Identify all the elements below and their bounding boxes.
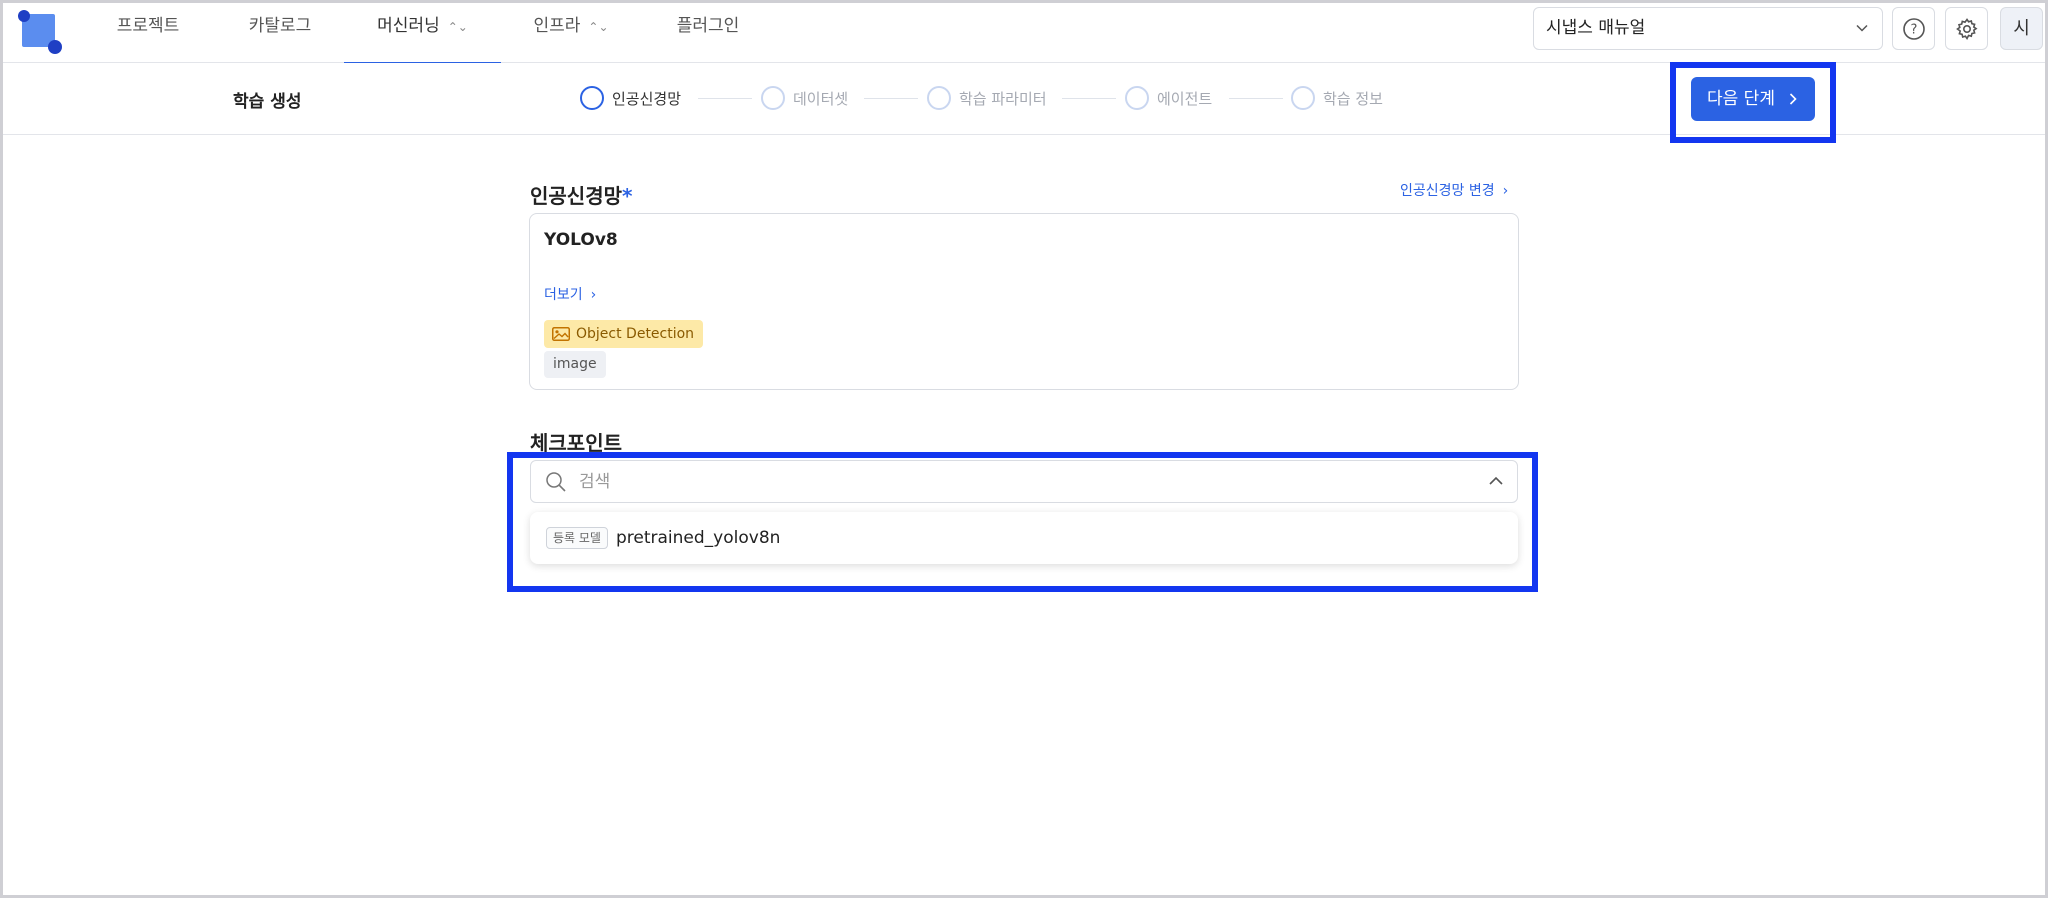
search-icon [546,472,566,492]
chevron-right-icon: › [590,287,597,303]
step-indicator [580,86,604,110]
network-section-label: 인공신경망* [530,180,632,209]
step-indicator [1291,86,1315,110]
step-network[interactable]: 인공신경망 [580,85,681,111]
help-button[interactable]: ? [1892,7,1935,50]
page-title: 학습 생성 [233,92,302,112]
required-mark: * [622,184,633,208]
chevron-up-icon[interactable] [1489,476,1503,486]
next-step-label: 다음 단계 [1707,89,1775,109]
next-step-button[interactable]: 다음 단계 [1691,77,1815,121]
chevron-right-icon [1789,93,1797,105]
nav-label: 인프라 [533,16,581,36]
more-link[interactable]: 더보기 › [544,284,596,304]
change-network-link[interactable]: 인공신경망 변경 › [1400,180,1508,200]
stepper-bar: 학습 생성 인공신경망 데이터셋 학습 파라미터 에이전트 학습 정보 다음 단… [0,63,2048,135]
step-indicator [927,86,951,110]
checkpoint-option[interactable]: 등록 모델 pretrained_yolov8n [546,525,780,551]
step-indicator [761,86,785,110]
step-connector [1229,98,1283,99]
task-badge: Object Detection [544,320,704,348]
avatar[interactable]: 시 [2000,7,2043,50]
chevron-updown-icon: ⌃⌄ [588,20,609,34]
network-label-text: 인공신경망 [530,184,622,208]
checkpoint-option-label: pretrained_yolov8n [615,528,781,548]
step-connector [1062,98,1116,99]
manual-select[interactable]: 시냅스 매뉴얼 [1533,7,1883,50]
task-badge-label: Object Detection [576,326,695,342]
step-label: 데이터셋 [793,89,849,108]
nav-label: 프로젝트 [116,16,180,36]
step-indicator [1125,86,1149,110]
help-circle-icon: ? [1902,17,1925,40]
step-dataset[interactable]: 데이터셋 [761,85,848,111]
step-label: 에이전트 [1157,89,1213,108]
nav-item-catalog[interactable]: 카탈로그 [238,0,322,63]
model-card: YOLOv8 더보기 › Object Detection image [529,213,1519,390]
step-agent[interactable]: 에이전트 [1125,85,1212,111]
step-parameters[interactable]: 학습 파라미터 [927,85,1047,111]
step-connector [864,98,918,99]
checkpoint-section-label: 체크포인트 [530,431,622,455]
checkpoint-dropdown: 등록 모델 pretrained_yolov8n [530,512,1518,564]
nav-item-plugins[interactable]: 플러그인 [664,0,752,63]
chevron-right-icon: › [1502,183,1509,199]
settings-button[interactable] [1945,7,1988,50]
registered-model-badge: 등록 모델 [546,527,608,549]
step-label: 학습 정보 [1323,89,1383,108]
image-icon [552,327,570,341]
checkpoint-search-input[interactable] [579,467,1459,497]
type-badge: image [544,351,606,378]
step-connector [698,98,752,99]
checkpoint-search[interactable] [530,460,1518,503]
chevron-updown-icon: ⌃⌄ [447,20,468,34]
nav-label: 카탈로그 [248,16,312,36]
chevron-down-icon [1856,24,1868,32]
nav-label: 플러그인 [676,16,740,36]
app-logo[interactable] [16,8,64,54]
change-network-label: 인공신경망 변경 [1400,183,1495,199]
manual-select-value: 시냅스 매뉴얼 [1546,18,1646,38]
svg-text:?: ? [1910,22,1917,37]
gear-icon [1955,17,1978,40]
nav-item-projects[interactable]: 프로젝트 [108,0,188,63]
nav-item-infra[interactable]: 인프라 ⌃⌄ [522,0,620,63]
step-label: 인공신경망 [612,89,682,108]
nav-item-machine-learning[interactable]: 머신러닝 ⌃⌄ [344,0,501,64]
more-link-label: 더보기 [544,287,583,303]
model-name: YOLOv8 [544,230,618,250]
avatar-initial: 시 [2013,18,2030,39]
nav-label: 머신러닝 [377,16,440,36]
top-nav: 프로젝트 카탈로그 머신러닝 ⌃⌄ 인프라 ⌃⌄ 플러그인 시냅스 매뉴얼 ? 시 [0,0,2048,64]
step-label: 학습 파라미터 [959,89,1047,108]
step-info[interactable]: 학습 정보 [1291,85,1383,111]
